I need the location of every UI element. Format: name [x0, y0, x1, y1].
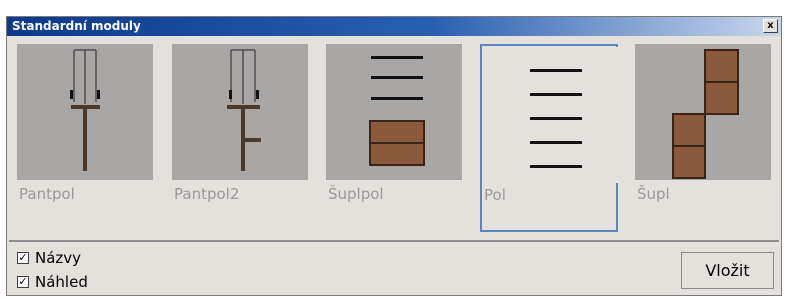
module-gallery: Pantpol Pantpol2 Šuplpol Pol Šupl: [9, 38, 779, 242]
module-label: Šupl: [637, 185, 670, 203]
module-tile-pantpol2[interactable]: Pantpol2: [172, 44, 310, 232]
module-tile-pol[interactable]: Pol: [480, 44, 619, 232]
names-checkbox[interactable]: ✓: [17, 252, 29, 264]
module-label: Šuplpol: [328, 185, 384, 203]
dialog-title: Standardní moduly: [12, 19, 141, 33]
suplpol-icon: [326, 44, 462, 180]
close-button[interactable]: x: [763, 19, 778, 33]
names-label: Názvy: [35, 249, 82, 267]
insert-button[interactable]: Vložit: [681, 252, 774, 289]
standard-modules-dialog: Standardní moduly x Pantpol Pantpol2 Šup…: [6, 16, 782, 296]
pantpol2-icon: [172, 44, 308, 180]
module-label: Pantpol: [19, 185, 75, 203]
pol-icon: [483, 47, 619, 183]
module-label: Pol: [484, 186, 506, 204]
preview-option[interactable]: ✓ Náhled: [17, 273, 88, 291]
preview-label: Náhled: [35, 273, 88, 291]
supl-icon: [635, 44, 771, 180]
preview-checkbox[interactable]: ✓: [17, 276, 29, 288]
module-label: Pantpol2: [174, 185, 240, 203]
module-tile-supl[interactable]: Šupl: [635, 44, 773, 232]
names-option[interactable]: ✓ Názvy: [17, 249, 81, 267]
module-tile-pantpol[interactable]: Pantpol: [17, 44, 155, 232]
module-tile-suplpol[interactable]: Šuplpol: [326, 44, 464, 232]
title-bar[interactable]: Standardní moduly x: [7, 17, 781, 36]
pantpol-icon: [17, 44, 153, 180]
